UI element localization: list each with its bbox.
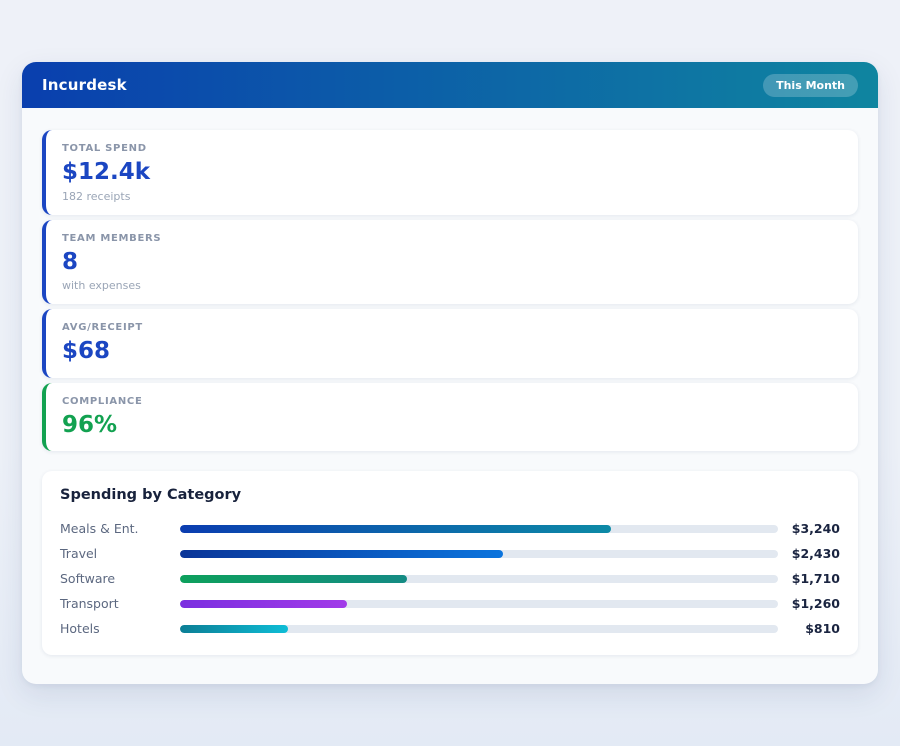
stat-card: TEAM MEMBERS 8 with expenses <box>42 220 858 305</box>
category-bar-track <box>180 575 778 583</box>
stat-value: $68 <box>62 338 840 366</box>
category-value: $1,260 <box>778 596 840 611</box>
chart-row: Software $1,710 <box>60 566 840 591</box>
chart-title: Spending by Category <box>60 487 840 503</box>
dashboard-content: TOTAL SPEND $12.4k 182 receipts TEAM MEM… <box>22 108 878 675</box>
chart-row: Meals & Ent. $3,240 <box>60 516 840 541</box>
category-bar-fill <box>180 525 611 533</box>
category-value: $3,240 <box>778 521 840 536</box>
category-bar-fill <box>180 600 347 608</box>
category-label: Transport <box>60 596 180 611</box>
category-value: $2,430 <box>778 546 840 561</box>
stat-value: 96% <box>62 412 840 440</box>
category-bar-fill <box>180 575 407 583</box>
category-bar-track <box>180 550 778 558</box>
chart-row: Travel $2,430 <box>60 541 840 566</box>
stat-sub: 182 receipts <box>62 190 840 203</box>
chart-row: Transport $1,260 <box>60 591 840 616</box>
category-bar-fill <box>180 625 288 633</box>
stat-label: COMPLIANCE <box>62 396 840 407</box>
category-bar-track <box>180 600 778 608</box>
period-badge[interactable]: This Month <box>763 74 858 97</box>
category-bar-track <box>180 525 778 533</box>
stat-sub: with expenses <box>62 279 840 292</box>
stat-value: 8 <box>62 249 840 277</box>
stat-card: COMPLIANCE 96% <box>42 383 858 452</box>
category-value: $1,710 <box>778 571 840 586</box>
category-label: Travel <box>60 546 180 561</box>
category-bar-fill <box>180 550 503 558</box>
app-header: Incurdesk This Month <box>22 62 878 108</box>
dashboard-panel: Incurdesk This Month TOTAL SPEND $12.4k … <box>22 62 878 684</box>
stat-card: AVG/RECEIPT $68 <box>42 309 858 378</box>
category-value: $810 <box>778 621 840 636</box>
stat-card: TOTAL SPEND $12.4k 182 receipts <box>42 130 858 215</box>
category-bar-track <box>180 625 778 633</box>
spending-chart-card: Spending by Category Meals & Ent. $3,240… <box>42 471 858 655</box>
chart-row: Hotels $810 <box>60 616 840 641</box>
stat-label: TEAM MEMBERS <box>62 233 840 244</box>
app-title: Incurdesk <box>42 76 127 94</box>
stat-value: $12.4k <box>62 159 840 187</box>
category-label: Meals & Ent. <box>60 521 180 536</box>
category-label: Software <box>60 571 180 586</box>
category-label: Hotels <box>60 621 180 636</box>
stat-label: AVG/RECEIPT <box>62 322 840 333</box>
stat-label: TOTAL SPEND <box>62 143 840 154</box>
